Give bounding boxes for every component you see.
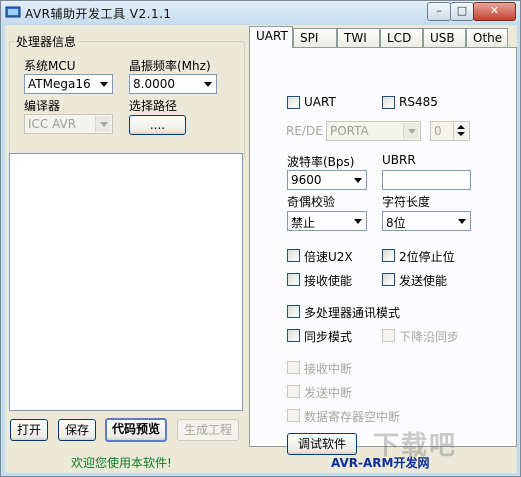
freq-select[interactable]: 8.0000 <box>129 74 217 94</box>
freq-label: 晶振频率(Mhz) <box>129 59 211 73</box>
compiler-value: ICC AVR <box>28 117 77 131</box>
path-label: 选择路径 <box>129 99 178 113</box>
mcu-select[interactable]: ATMega16 <box>24 74 113 94</box>
rx-interrupt-label: 接收中断 <box>304 362 353 376</box>
rede-pin-spinner[interactable]: 0 <box>430 121 470 141</box>
udre-interrupt-label: 数据寄存器空中断 <box>304 410 401 424</box>
close-button[interactable]: ✕ <box>473 2 516 21</box>
baud-value: 9600 <box>291 173 322 187</box>
minimize-button[interactable]: – <box>427 2 451 21</box>
ubrr-label: UBRR <box>382 153 416 167</box>
tab-usb[interactable]: USB <box>423 28 466 47</box>
client-area: 处理器信息 系统MCU ATMega16 晶振频率(Mhz) 8.0000 编译… <box>5 25 517 473</box>
tab-twi[interactable]: TWI <box>337 28 380 47</box>
compiler-label: 编译器 <box>24 99 61 113</box>
open-button[interactable]: 打开 <box>10 419 48 441</box>
rx-enable-label: 接收使能 <box>304 274 353 288</box>
charlen-value: 8位 <box>386 216 406 230</box>
checkbox-box <box>382 96 395 109</box>
rede-port-value: PORTA <box>330 124 369 138</box>
parity-select[interactable]: 禁止 <box>287 211 367 231</box>
code-preview-area[interactable] <box>9 153 243 411</box>
code-preview-button[interactable]: 代码预览 <box>105 418 167 442</box>
checkbox-box <box>287 329 300 342</box>
baud-select[interactable]: 9600 <box>287 170 367 190</box>
rs485-checkbox-label: RS485 <box>399 95 438 109</box>
charlen-label: 字符长度 <box>382 195 431 209</box>
checkbox-box <box>287 305 300 318</box>
falling-edge-label: 下降沿同步 <box>399 330 460 344</box>
chevron-down-icon <box>354 178 362 183</box>
sync-mode-label: 同步模式 <box>304 330 353 344</box>
processor-info-title: 处理器信息 <box>14 33 79 50</box>
compiler-select[interactable]: ICC AVR <box>24 114 113 134</box>
chevron-down-icon <box>354 219 362 224</box>
mcu-label: 系统MCU <box>24 59 76 73</box>
chevron-down-icon <box>100 82 108 87</box>
checkbox-box <box>287 361 300 374</box>
tx-enable-label: 发送使能 <box>399 274 448 288</box>
tab-uart[interactable]: UART <box>249 26 293 48</box>
chevron-down-icon <box>408 129 416 134</box>
parity-value: 禁止 <box>291 216 316 230</box>
checkbox-box <box>287 409 300 422</box>
chevron-down-icon <box>204 82 212 87</box>
rede-port-select[interactable]: PORTA <box>326 121 421 141</box>
mcu-value: ATMega16 <box>28 77 91 91</box>
tab-other[interactable]: Othe <box>466 28 508 47</box>
parity-label: 奇偶校验 <box>287 195 336 209</box>
rede-label: RE/DE <box>286 124 323 138</box>
status-bar: 欢迎您使用本软件! AVR-ARM开发网 <box>5 449 517 473</box>
generate-project-button[interactable]: 生成工程 <box>177 419 239 441</box>
tab-lcd[interactable]: LCD <box>380 28 423 47</box>
welcome-text: 欢迎您使用本软件! <box>71 456 172 470</box>
uart-checkbox-label: UART <box>304 95 336 109</box>
tx-interrupt-label: 发送中断 <box>304 386 353 400</box>
app-window: AVR辅助开发工具 V2.1.1 – □ ✕ 处理器信息 系统MCU ATMeg… <box>0 0 521 477</box>
charlen-select[interactable]: 8位 <box>382 211 471 231</box>
maximize-button[interactable]: □ <box>450 2 474 21</box>
u2x-label: 倍速U2X <box>304 250 353 264</box>
checkbox-box <box>382 249 395 262</box>
two-stop-bits-label: 2位停止位 <box>399 250 455 264</box>
brand-text: AVR-ARM开发网 <box>331 456 430 470</box>
window-title: AVR辅助开发工具 V2.1.1 <box>25 7 172 21</box>
chevron-down-icon <box>100 122 108 127</box>
app-icon <box>5 6 21 18</box>
checkbox-box <box>287 96 300 109</box>
rede-pin-value: 0 <box>434 124 442 138</box>
ubrr-input[interactable] <box>382 170 471 190</box>
chevron-down-icon <box>458 219 466 224</box>
multiprocessor-label: 多处理器通讯模式 <box>304 306 401 320</box>
uart-panel: UART RS485 RE/DE PORTA 0 波特率(Bps) 9600 U <box>249 47 517 455</box>
spinner-arrows-icon[interactable] <box>453 123 468 139</box>
checkbox-box <box>287 273 300 286</box>
checkbox-box <box>382 273 395 286</box>
baud-label: 波特率(Bps) <box>287 155 355 169</box>
title-bar: AVR辅助开发工具 V2.1.1 – □ ✕ <box>1 1 520 23</box>
tab-spi[interactable]: SPI <box>293 28 337 47</box>
checkbox-box <box>382 329 395 342</box>
tab-strip: UART SPI TWI LCD USB Othe <box>249 26 517 48</box>
freq-value: 8.0000 <box>133 77 175 91</box>
checkbox-box <box>287 385 300 398</box>
save-button[interactable]: 保存 <box>58 419 96 441</box>
checkbox-box <box>287 249 300 262</box>
browse-path-button[interactable]: .... <box>129 115 186 135</box>
